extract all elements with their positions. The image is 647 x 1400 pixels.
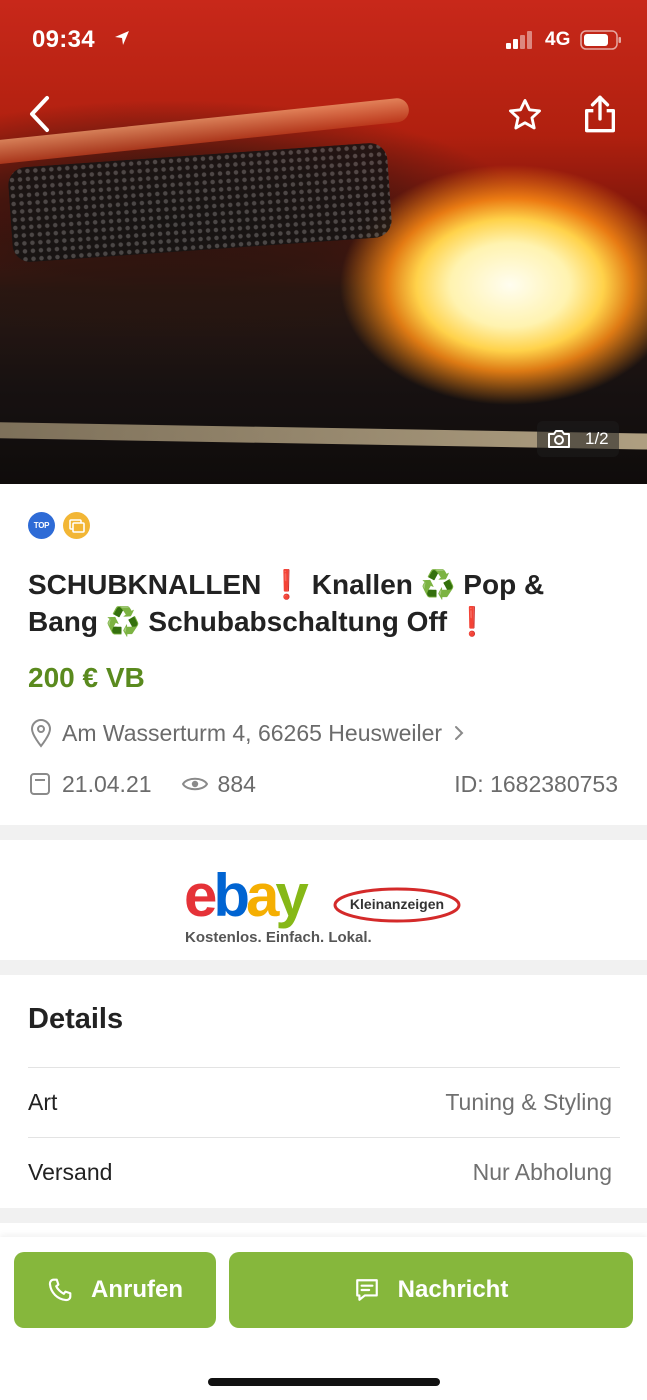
section-divider: [0, 960, 647, 975]
calendar-icon: [30, 773, 50, 795]
logo-letter-b: b: [213, 862, 250, 929]
home-indicator[interactable]: [208, 1378, 440, 1386]
details-value: Nur Abholung: [472, 1159, 612, 1185]
message-icon: [355, 1279, 378, 1301]
network-type: 4G: [545, 29, 571, 50]
listing-badges: TOP: [28, 512, 90, 539]
favorite-button[interactable]: [502, 92, 548, 138]
signal-icon: [506, 31, 532, 49]
section-divider: [0, 825, 647, 840]
gallery-icon: [63, 512, 90, 539]
share-icon: [585, 95, 615, 133]
details-key: Versand: [28, 1159, 113, 1185]
ebay-slogan: Kostenlos. Einfach. Lokal.: [185, 929, 372, 946]
listing-location[interactable]: Am Wasserturm 4, 66265 Heusweiler: [28, 718, 466, 748]
photo-counter-text: 1/2: [585, 429, 609, 448]
top-badge: TOP: [28, 512, 55, 539]
ebay-logo: ebay: [184, 862, 309, 929]
call-button[interactable]: Anrufen: [14, 1252, 216, 1328]
phone-icon: [48, 1278, 72, 1302]
logo-letter-y: y: [275, 862, 308, 929]
listing-title: SCHUBKNALLEN ❗ Knallen ♻️ Pop & Bang ♻️ …: [28, 569, 545, 637]
details-value: Tuning & Styling: [445, 1089, 612, 1115]
details-heading: Details: [28, 1003, 124, 1035]
listing-id: ID: 1682380753: [454, 770, 618, 797]
views-eye-icon: [181, 777, 208, 791]
message-button-label: Nachricht: [397, 1276, 509, 1303]
logo-letter-e: e: [184, 862, 217, 929]
battery-icon: [580, 30, 621, 50]
chevron-right-icon: [455, 726, 464, 740]
location-text: Am Wasserturm 4, 66265 Heusweiler: [62, 719, 443, 746]
location-pin-icon: [30, 719, 52, 748]
camera-icon: [548, 430, 570, 448]
call-button-label: Anrufen: [91, 1276, 183, 1303]
listing-meta: 21.04.21 884 ID: 1682380753: [28, 767, 618, 801]
back-button[interactable]: [18, 88, 62, 140]
status-bar: 09:34 4G: [0, 0, 647, 80]
photo-counter[interactable]: 1/2: [537, 421, 619, 457]
details-row-art: Art Tuning & Styling: [28, 1067, 620, 1137]
details-row-versand: Versand Nur Abholung: [28, 1137, 620, 1207]
details-key: Art: [28, 1089, 58, 1115]
top-badge-label: TOP: [33, 521, 50, 530]
section-divider: [0, 1208, 647, 1223]
listing-date: 21.04.21: [62, 770, 152, 797]
star-icon: [509, 99, 541, 130]
logo-letter-a: a: [246, 862, 279, 929]
chevron-left-icon: [30, 96, 49, 132]
share-button[interactable]: [576, 90, 624, 138]
message-button[interactable]: Nachricht: [229, 1252, 633, 1328]
listing-views: 884: [217, 770, 256, 797]
kleinanzeigen-label: Kleinanzeigen: [349, 896, 445, 912]
ebay-kleinanzeigen-banner: ebay Kleinanzeigen Kostenlos. Einfach. L…: [0, 840, 647, 960]
location-arrow-icon: [115, 31, 129, 45]
status-time: 09:34: [32, 26, 95, 53]
listing-price: 200 € VB: [28, 662, 145, 693]
photo-exhaust-grille: [7, 141, 393, 264]
